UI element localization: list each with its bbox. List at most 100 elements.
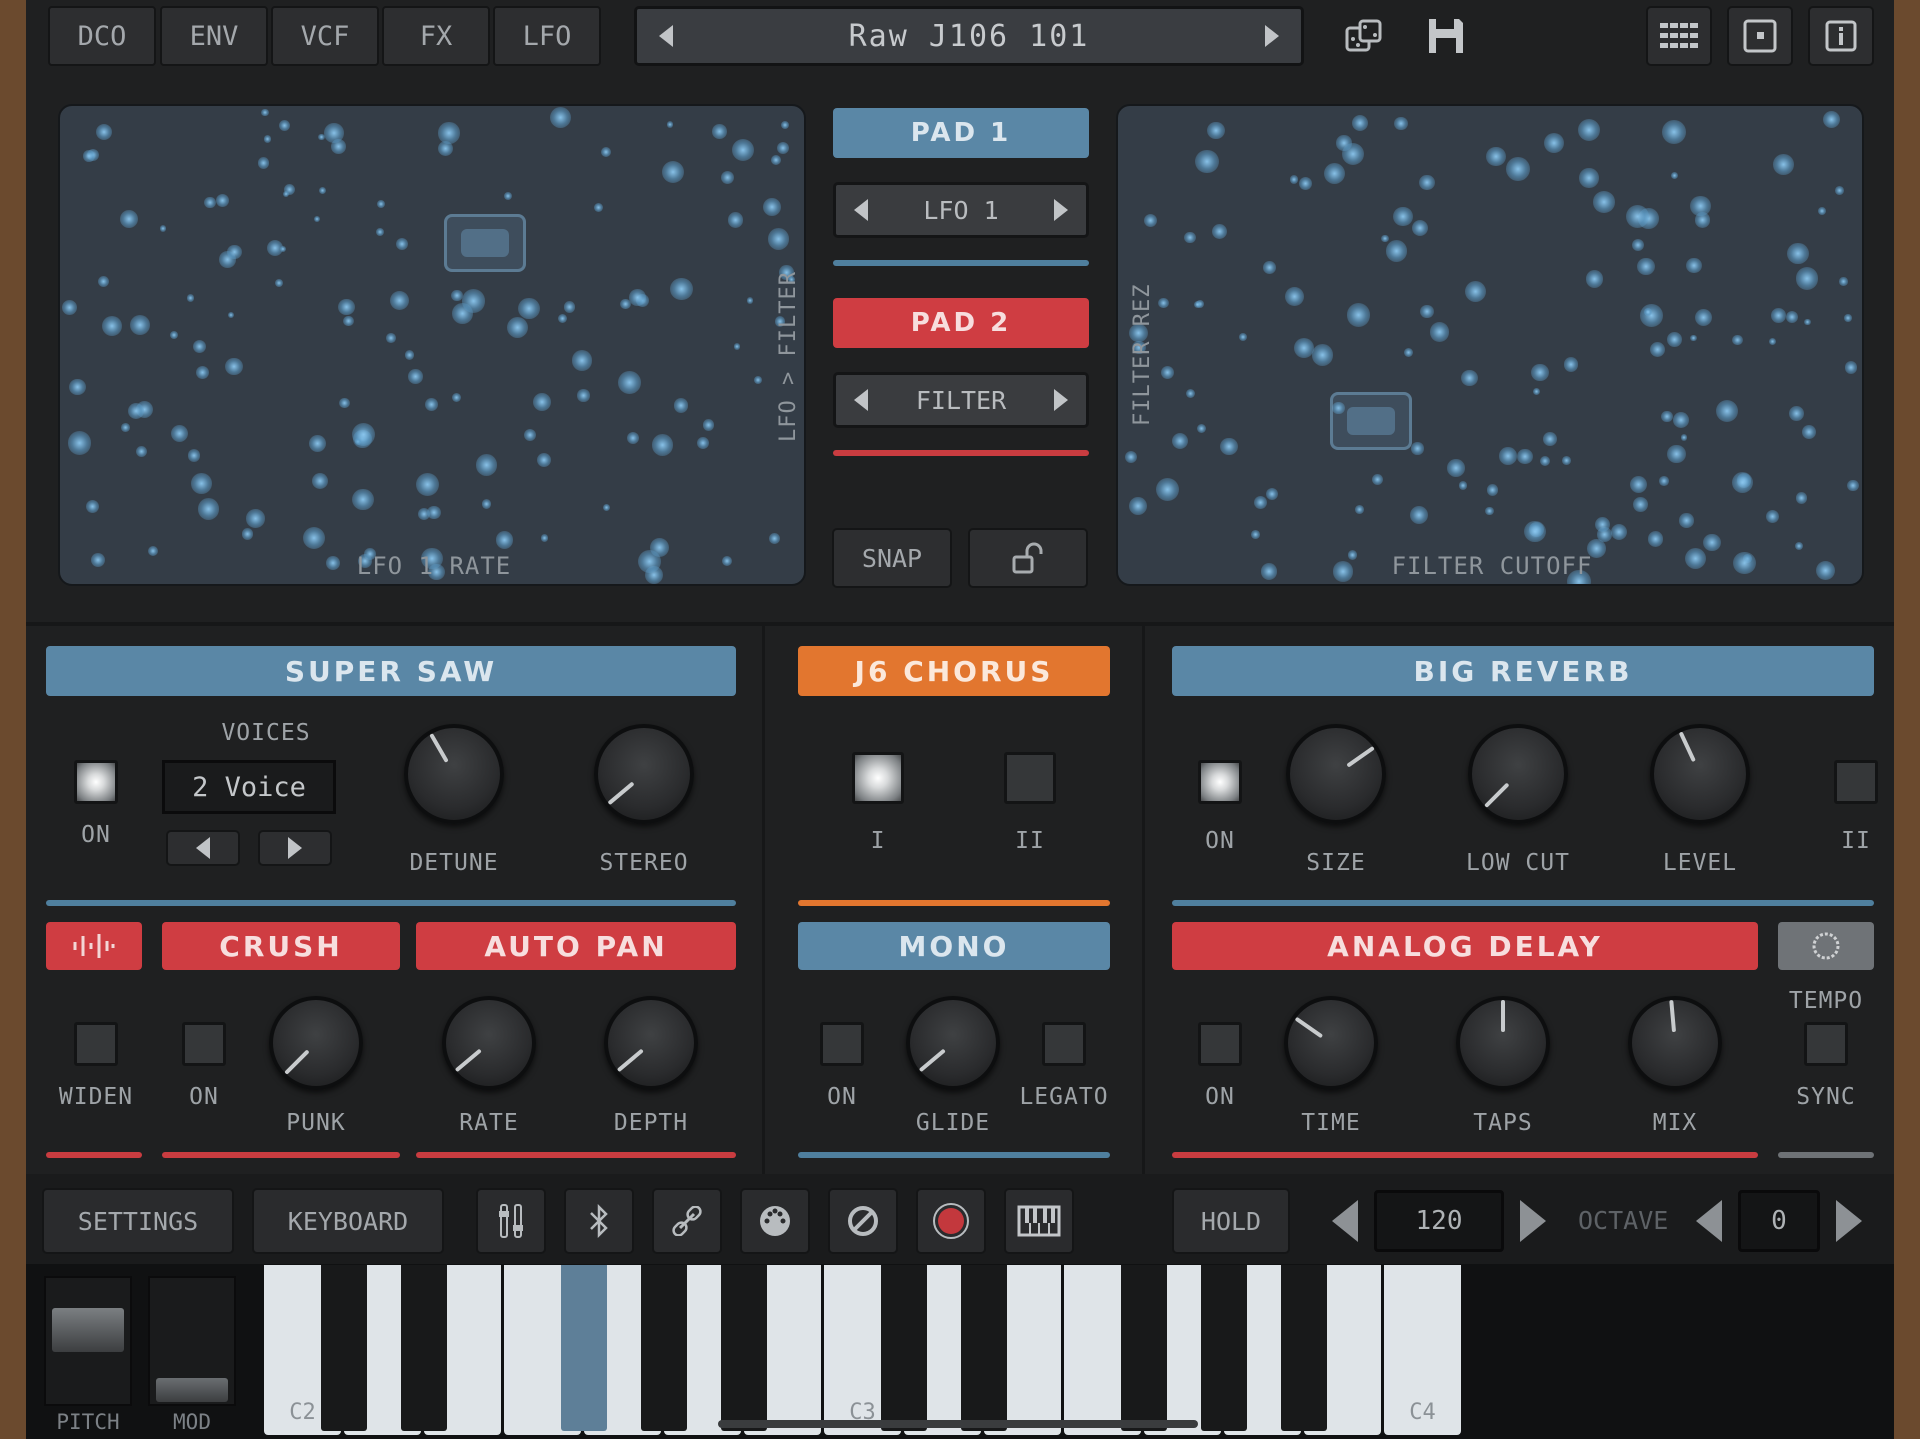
particle: [1517, 448, 1534, 465]
mixer-button[interactable]: [476, 1188, 546, 1254]
record-button[interactable]: [916, 1188, 986, 1254]
snap-button[interactable]: SNAP: [832, 528, 952, 588]
pad1-target-selector[interactable]: LFO 1: [833, 182, 1089, 238]
unlock-icon[interactable]: [968, 528, 1088, 588]
tab-vcf[interactable]: VCF: [271, 6, 379, 66]
mod-handle[interactable]: [156, 1378, 228, 1402]
pad-view-icon[interactable]: [1727, 6, 1793, 66]
tab-lfo[interactable]: LFO: [493, 6, 601, 66]
chorus-ii-toggle[interactable]: [1004, 752, 1056, 804]
black-key[interactable]: [401, 1265, 447, 1431]
black-key[interactable]: [721, 1265, 767, 1431]
detune-knob[interactable]: [404, 724, 504, 824]
pad-cursor[interactable]: [444, 214, 526, 272]
tempo-display[interactable]: 120: [1374, 1190, 1504, 1252]
particle: [1239, 333, 1247, 342]
particle: [1420, 304, 1434, 319]
pad1-prev-icon[interactable]: [854, 199, 868, 221]
glide-knob[interactable]: [906, 996, 1000, 1090]
tab-env[interactable]: ENV: [160, 6, 268, 66]
delay-tempo-button[interactable]: [1778, 922, 1874, 970]
settings-button[interactable]: SETTINGS: [42, 1188, 234, 1254]
midi-icon: [760, 1206, 790, 1236]
save-icon[interactable]: [1426, 16, 1466, 56]
depth-knob[interactable]: [604, 996, 698, 1090]
grid-view-icon[interactable]: [1646, 6, 1712, 66]
level-knob[interactable]: [1650, 724, 1750, 824]
mono-on-toggle[interactable]: [820, 1022, 864, 1066]
low-cut-knob[interactable]: [1468, 724, 1568, 824]
particle: [731, 139, 754, 162]
info-icon[interactable]: [1808, 6, 1874, 66]
link-button[interactable]: [652, 1188, 722, 1254]
sync-toggle[interactable]: [1804, 1022, 1848, 1066]
black-key[interactable]: [1121, 1265, 1167, 1431]
black-key-pressed[interactable]: [561, 1265, 607, 1431]
low-cut-label: LOW CUT: [1466, 850, 1570, 876]
xy-pad-right[interactable]: FILTER CUTOFF FILTER REZ: [1116, 104, 1864, 586]
legato-toggle[interactable]: [1042, 1022, 1086, 1066]
randomize-dice-icon[interactable]: [1344, 18, 1384, 58]
particle: [1499, 447, 1517, 465]
black-key[interactable]: [1201, 1265, 1247, 1431]
keyboard-button[interactable]: KEYBOARD: [252, 1188, 444, 1254]
black-key[interactable]: [961, 1265, 1007, 1431]
mod-label: MOD: [173, 1410, 211, 1434]
stop-icon: [848, 1206, 878, 1236]
stereo-knob[interactable]: [594, 724, 694, 824]
pad2-target-selector[interactable]: FILTER: [833, 372, 1089, 428]
tempo-line: [1778, 1152, 1874, 1158]
pitch-wheel[interactable]: [44, 1276, 132, 1406]
tab-fx[interactable]: FX: [382, 6, 490, 66]
pitch-handle[interactable]: [52, 1308, 124, 1352]
size-knob[interactable]: [1286, 724, 1386, 824]
black-key[interactable]: [1281, 1265, 1327, 1431]
particle: [1160, 366, 1174, 380]
panic-button[interactable]: [828, 1188, 898, 1254]
black-key[interactable]: [881, 1265, 927, 1431]
bluetooth-button[interactable]: [564, 1188, 634, 1254]
voices-prev-button[interactable]: [166, 830, 240, 866]
crush-on-toggle[interactable]: [182, 1022, 226, 1066]
tempo-increment-icon[interactable]: [1520, 1200, 1546, 1242]
time-knob[interactable]: [1284, 996, 1378, 1090]
black-key[interactable]: [321, 1265, 367, 1431]
super-saw-on-toggle[interactable]: [74, 760, 118, 804]
rate-knob[interactable]: [442, 996, 536, 1090]
black-key[interactable]: [641, 1265, 687, 1431]
mod-wheel[interactable]: [148, 1276, 236, 1406]
sync-label: SYNC: [1796, 1084, 1856, 1110]
preset-prev-icon[interactable]: [659, 25, 673, 47]
octave-increment-icon[interactable]: [1836, 1200, 1862, 1242]
octave-display[interactable]: 0: [1738, 1190, 1820, 1252]
punk-knob[interactable]: [269, 996, 363, 1090]
voices-next-button[interactable]: [258, 830, 332, 866]
chorus-i-toggle[interactable]: [852, 752, 904, 804]
pad2-next-icon[interactable]: [1054, 389, 1068, 411]
pad-cursor[interactable]: [1330, 392, 1412, 450]
octave-decrement-icon[interactable]: [1696, 1200, 1722, 1242]
reverb-ii-toggle[interactable]: [1834, 760, 1878, 804]
widen-toggle[interactable]: [74, 1022, 118, 1066]
pad1-next-icon[interactable]: [1053, 199, 1068, 221]
tempo-decrement-icon[interactable]: [1332, 1200, 1358, 1242]
white-key[interactable]: C4: [1384, 1265, 1461, 1435]
particle: [1731, 471, 1754, 494]
waveform-button[interactable]: [46, 922, 142, 970]
preset-next-icon[interactable]: [1265, 25, 1279, 47]
delay-on-toggle[interactable]: [1198, 1022, 1242, 1066]
reverb-on-toggle[interactable]: [1198, 760, 1242, 804]
taps-knob[interactable]: [1456, 996, 1550, 1090]
mix-knob[interactable]: [1628, 996, 1722, 1090]
xy-pad-left[interactable]: LFO 1 RATE LFO > FILTER: [58, 104, 806, 586]
pad2-prev-icon[interactable]: [854, 389, 868, 411]
note-label: C4: [1409, 1400, 1436, 1425]
piano-button[interactable]: [1004, 1188, 1074, 1254]
particle: [1661, 410, 1673, 422]
tab-dco[interactable]: DCO: [48, 6, 156, 66]
particle: [425, 398, 438, 411]
particle: [1253, 495, 1268, 510]
midi-button[interactable]: [740, 1188, 810, 1254]
chorus-line: [798, 900, 1110, 906]
hold-button[interactable]: HOLD: [1172, 1188, 1290, 1254]
